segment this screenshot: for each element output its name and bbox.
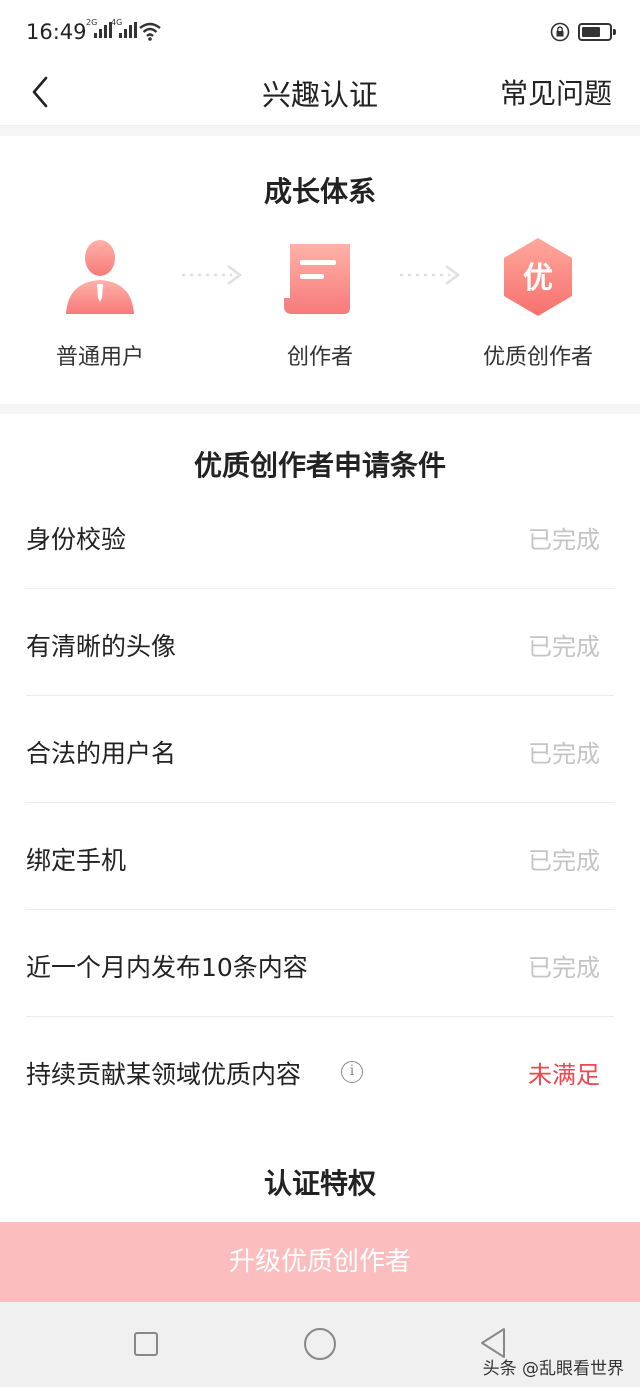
info-icon[interactable]: i — [341, 1061, 363, 1083]
stage-label: 创作者 — [286, 345, 353, 370]
wifi-icon — [139, 22, 161, 41]
battery-icon — [578, 23, 616, 41]
condition-status: 已完成 — [528, 954, 600, 982]
condition-name: 近一个月内发布10条内容 — [26, 953, 308, 982]
condition-row-monthly-posts: 近一个月内发布10条内容 已完成 — [26, 910, 614, 1017]
svg-text:优: 优 — [523, 261, 553, 296]
condition-row-avatar: 有清晰的头像 已完成 — [26, 589, 614, 696]
condition-row-username: 合法的用户名 已完成 — [26, 696, 614, 803]
condition-status: 已完成 — [528, 847, 600, 875]
status-bar: 16:49 2G 4G — [0, 0, 640, 62]
arrow-right-icon — [400, 265, 461, 285]
condition-row-phone: 绑定手机 已完成 — [26, 803, 614, 910]
home-button[interactable] — [304, 1328, 336, 1360]
growth-title: 成长体系 — [263, 175, 376, 208]
condition-status: 已完成 — [528, 740, 600, 768]
stage-label: 优质创作者 — [482, 345, 593, 370]
upgrade-button[interactable]: 升级优质创作者 — [0, 1222, 640, 1302]
growth-system-card: 成长体系 普通用户 创作者 优 优质创作者 — [0, 136, 640, 404]
scroll-icon — [284, 244, 350, 314]
privileges-title: 认证特权 — [263, 1167, 376, 1200]
condition-name: 绑定手机 — [26, 846, 127, 875]
condition-name: 有清晰的头像 — [26, 632, 177, 661]
condition-status: 未满足 — [528, 1061, 600, 1089]
status-time: 16:49 — [26, 20, 87, 44]
nav-bar: 兴趣认证 常见问题 — [0, 62, 640, 126]
quality-badge-icon: 优 — [504, 238, 572, 316]
rotation-lock-icon — [550, 22, 570, 42]
user-icon — [66, 240, 134, 314]
condition-row-identity: 身份校验 已完成 — [26, 482, 614, 589]
condition-status: 已完成 — [528, 526, 600, 554]
system-nav-bar: 头条 @乱眼看世界 — [0, 1302, 640, 1387]
stage-label: 普通用户 — [55, 345, 144, 370]
condition-status: 已完成 — [528, 633, 600, 661]
recent-apps-button[interactable] — [134, 1332, 158, 1356]
watermark: 头条 @乱眼看世界 — [482, 1359, 624, 1379]
conditions-card: 优质创作者申请条件 身份校验 已完成 有清晰的头像 已完成 合法的用户名 已完成… — [0, 414, 640, 1222]
faq-link[interactable]: 常见问题 — [500, 72, 612, 112]
conditions-title: 优质创作者申请条件 — [193, 449, 446, 482]
condition-name: 合法的用户名 — [26, 739, 177, 768]
condition-name: 身份校验 — [26, 525, 127, 554]
condition-row-quality-content: 持续贡献某领域优质内容 i 未满足 — [26, 1017, 614, 1124]
arrow-right-icon — [182, 265, 243, 285]
condition-name: 持续贡献某领域优质内容 — [26, 1060, 302, 1089]
